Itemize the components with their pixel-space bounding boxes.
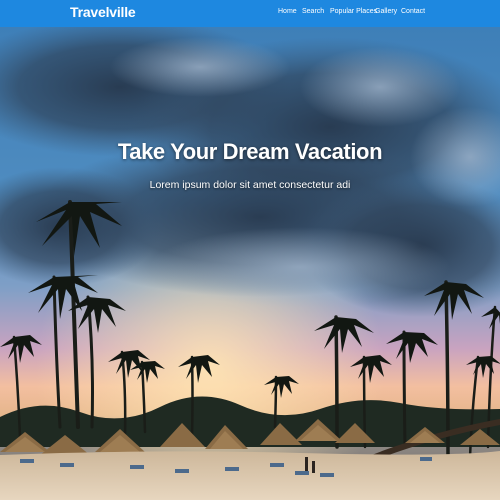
nav-link-contact[interactable]: Contact: [401, 8, 425, 15]
navbar: Travelville Home Search Popular Places G…: [0, 0, 500, 27]
hero-subtitle: Lorem ipsum dolor sit amet consectetur a…: [149, 179, 351, 191]
hero-section: Take Your Dream Vacation Lorem ipsum dol…: [0, 27, 500, 500]
nav-link-gallery[interactable]: Gallery: [375, 8, 397, 15]
nav-link-home[interactable]: Home: [278, 8, 297, 15]
nav-link-search[interactable]: Search: [302, 8, 324, 15]
hero-background-image: [0, 27, 500, 500]
nav-links: Home Search Popular Places Gallery Conta…: [0, 8, 500, 22]
hero-title: Take Your Dream Vacation: [117, 139, 383, 164]
nav-link-popular-places[interactable]: Popular Places: [330, 8, 377, 15]
